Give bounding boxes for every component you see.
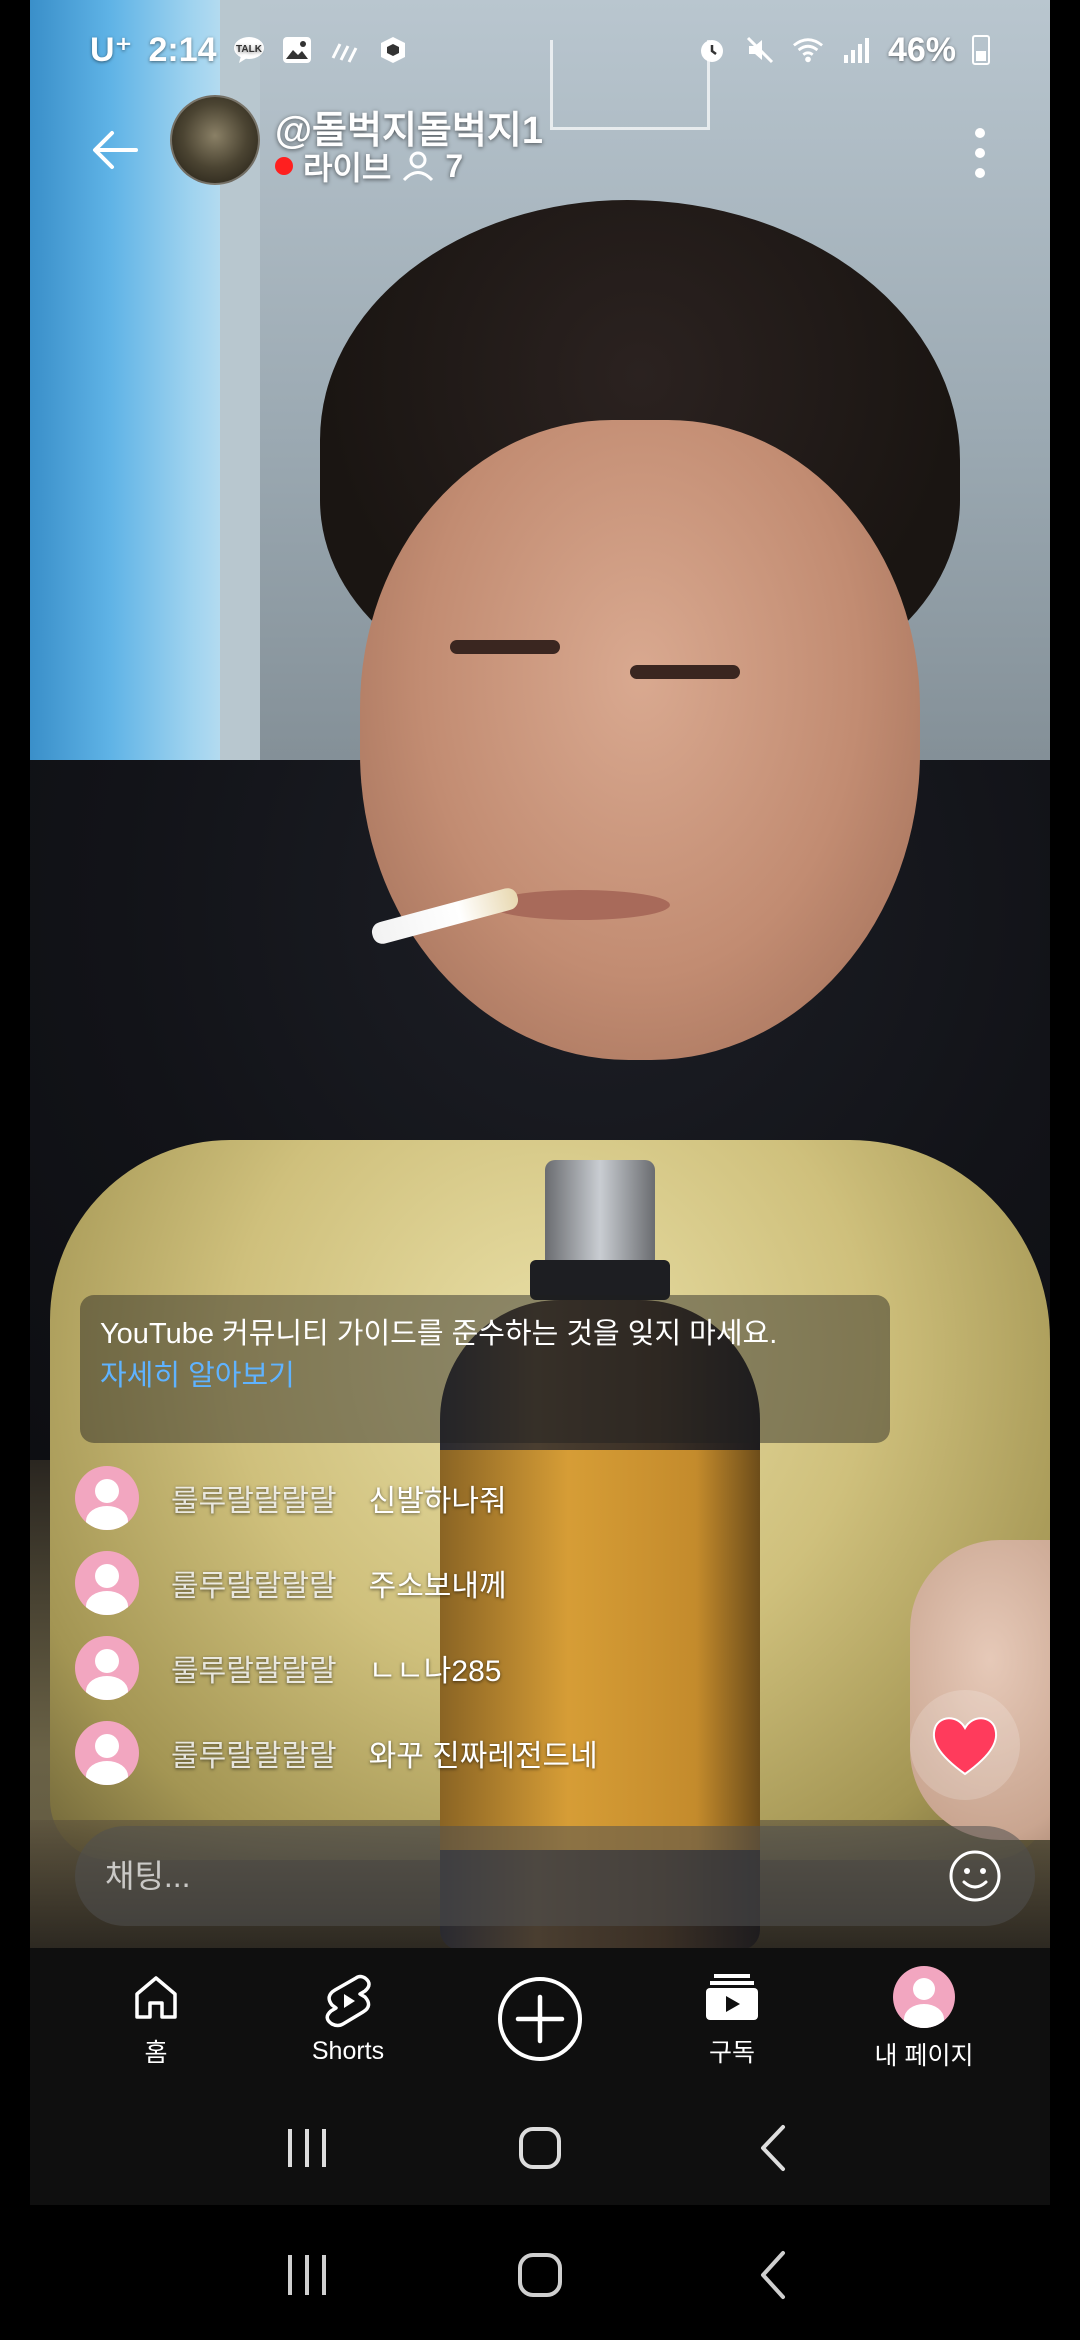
back-system-button[interactable] [728,2103,818,2193]
signal-sync-icon [329,34,361,66]
chat-user-avatar[interactable] [75,1720,139,1785]
back-arrow-icon [93,131,138,169]
status-time: 2:14 [148,30,217,69]
more-dot [975,128,985,138]
chat-text: 신발하나줘 [368,1484,507,1518]
bottom-navigation: 홈 Shorts 구독 내 페이지 [30,1948,1050,2090]
heart-reaction-button[interactable] [910,1690,1020,1800]
battery-percent: 46% [887,30,956,69]
live-status-row: 라이브 7 [275,143,463,189]
wifi-icon [792,34,824,66]
live-chat: 룰루랄랄랄랄 신발하나줘 룰루랄랄랄랄 주소보내께 룰루랄랄랄랄 ㄴㄴ나285 … [75,1455,935,1795]
nav-label: 내 페이지 [874,2042,974,2070]
mute-icon [744,34,776,66]
nav-subscriptions[interactable]: 구독 [642,1948,822,2090]
nav-create[interactable] [450,1948,630,2090]
nav-home[interactable]: 홈 [66,1948,246,2090]
nav-label: Shorts [311,2036,385,2065]
nav-label: 홈 [144,2039,168,2067]
guideline-text: YouTube 커뮤니티 가이드를 준수하는 것을 잊지 마세요. [100,1318,778,1350]
nav-shorts[interactable]: Shorts [258,1948,438,2090]
chat-text: 주소보내께 [368,1569,507,1603]
shorts-icon [320,1973,376,2029]
chat-input[interactable] [105,1857,945,1895]
phone-screen: U⁺ 2:14 TALK 46% @돌벅지돌벅지1 라이브 7 YouTube … [30,0,1050,2205]
app-system-navigation [30,2090,1050,2205]
chat-input-bar [75,1826,1035,1926]
channel-avatar[interactable] [170,95,260,185]
channel-header: @돌벅지돌벅지1 라이브 7 [30,95,1050,235]
chat-username: 룰루랄랄랄랄 [171,1484,337,1518]
chat-user-avatar[interactable] [75,1550,139,1615]
chat-username: 룰루랄랄랄랄 [171,1739,337,1773]
device-recents-button[interactable] [262,2230,352,2320]
home-system-button[interactable] [495,2103,585,2193]
chat-user-avatar[interactable] [75,1465,139,1530]
device-back-button[interactable] [728,2230,818,2320]
heart-icon [932,1717,998,1776]
more-dot [975,148,985,158]
home-button-icon [518,2126,561,2169]
status-bar: U⁺ 2:14 TALK 46% [30,0,1050,100]
chat-message[interactable]: 룰루랄랄랄랄 ㄴㄴ나285 [75,1625,935,1710]
learn-more-link[interactable]: 자세히 알아보기 [100,1355,870,1397]
cell-signal-icon [840,34,872,66]
profile-avatar-icon [893,1966,955,2028]
recents-icon [287,2255,326,2295]
home-icon [128,1969,184,2025]
recents-button[interactable] [262,2103,352,2193]
nav-my-page[interactable]: 내 페이지 [834,1948,1014,2090]
chat-message[interactable]: 룰루랄랄랄랄 신발하나줘 [75,1455,935,1540]
video-person-face [360,420,920,1060]
chat-text: 와꾸 진짜레전드네 [368,1739,598,1773]
emoji-smile-icon [949,1850,1001,1902]
recents-icon [287,2128,326,2167]
alarm-icon [696,34,728,66]
home-button-icon [517,2253,562,2297]
viewers-icon [403,151,434,182]
back-nav-icon [761,2124,786,2171]
chat-username: 룰루랄랄랄랄 [171,1654,337,1688]
chat-text: ㄴㄴ나285 [368,1654,502,1688]
video-right-eye [630,665,740,679]
carrier-label: U⁺ [90,31,133,69]
more-dot [975,168,985,178]
app-cube-icon [377,34,409,66]
subscriptions-icon [704,1969,760,2025]
device-system-navigation [0,2210,1080,2340]
create-plus-icon [495,1974,585,2064]
back-nav-icon [761,2251,786,2299]
emoji-button[interactable] [945,1846,1005,1906]
nav-label: 구독 [708,2039,755,2067]
device-home-button[interactable] [495,2230,585,2320]
battery-icon [972,35,990,65]
kakaotalk-icon: TALK [233,34,265,66]
live-dot-icon [275,157,293,175]
chat-message[interactable]: 룰루랄랄랄랄 와꾸 진짜레전드네 [75,1710,935,1795]
chat-message[interactable]: 룰루랄랄랄랄 주소보내께 [75,1540,935,1625]
community-guideline-banner: YouTube 커뮤니티 가이드를 준수하는 것을 잊지 마세요. 자세히 알아… [80,1295,890,1443]
video-left-eye [450,640,560,654]
more-options-button[interactable] [950,113,1010,193]
viewer-count: 7 [445,147,464,184]
live-label: 라이브 [303,150,392,186]
svg-text:TALK: TALK [236,44,263,55]
back-button[interactable] [80,115,150,185]
chat-username: 룰루랄랄랄랄 [171,1569,337,1603]
gallery-icon [281,34,313,66]
chat-user-avatar[interactable] [75,1635,139,1700]
